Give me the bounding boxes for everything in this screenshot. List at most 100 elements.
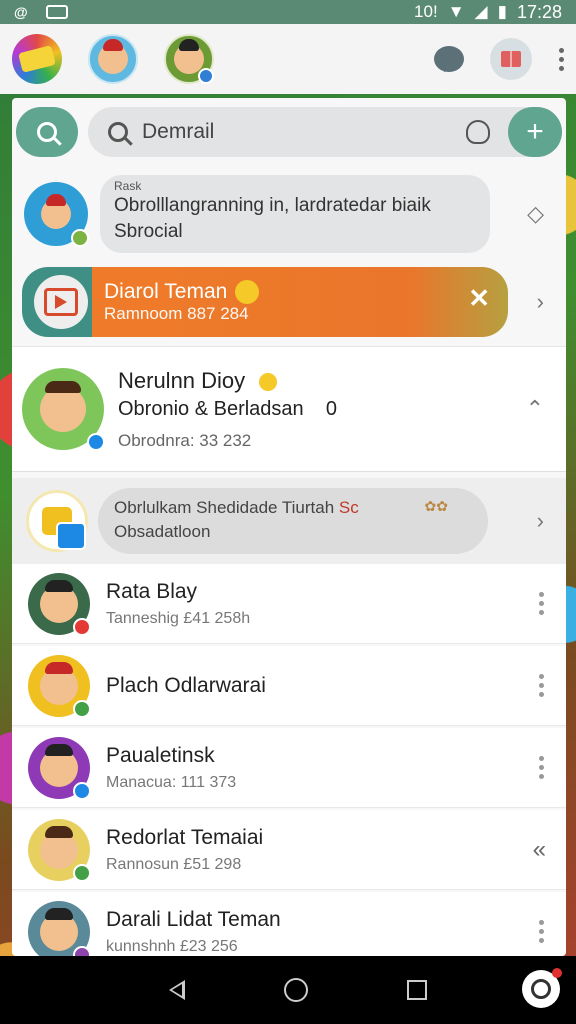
logo-mark: [18, 45, 56, 73]
friend-name: Darali Lidat Teman: [106, 907, 281, 931]
search-button[interactable]: [16, 107, 78, 157]
avatar-face: [41, 194, 71, 229]
add-contact-button[interactable]: +: [508, 107, 562, 157]
avatar-face: [40, 579, 78, 623]
friend-row[interactable]: Redorlat Temaiai Rannosun £51 298 «: [12, 810, 566, 890]
battery-icon: ▮: [497, 2, 507, 21]
smile-emoji-icon: [235, 280, 260, 305]
friend-subtitle: Rannosun £51 298: [106, 855, 242, 873]
friend-subtitle: Tanneshig £41 258h: [106, 609, 251, 627]
cell-signal-icon: ◢: [474, 2, 488, 21]
facebook-badge-icon: [198, 68, 214, 84]
status-badge-icon: [73, 863, 91, 882]
search-bar[interactable]: +: [88, 107, 562, 157]
home-icon[interactable]: [283, 978, 308, 1002]
friend-row[interactable]: Rata Blay Tanneshig £41 258h: [12, 564, 566, 644]
avatar: [28, 900, 91, 956]
status-badge-icon: [87, 433, 105, 451]
diamond-icon[interactable]: ◇: [527, 201, 544, 227]
chat-bubble-icon[interactable]: [434, 46, 464, 72]
search-input[interactable]: [142, 120, 442, 144]
chat-row-request[interactable]: Rask Obrolllangranning in, lardratedar b…: [12, 174, 566, 254]
friend-name: Plach Odlarwarai: [106, 673, 266, 697]
chat-row-highlight[interactable]: Diarol Teman Ramnoom 887 284 ✕ ›: [12, 266, 566, 338]
status-badge-icon: [73, 699, 91, 718]
avatar: [24, 182, 89, 247]
avatar: [28, 654, 91, 718]
contact-subtitle: Obronio & Berladsan 0: [118, 397, 338, 420]
avatar: [28, 818, 91, 882]
double-chevron-left-icon[interactable]: «: [533, 836, 546, 864]
contact-icon[interactable]: [466, 120, 490, 144]
contact-name: Nerulnn Dioy: [118, 368, 337, 394]
friend-subtitle: Manacua: 111 373: [106, 773, 237, 791]
highlight-card[interactable]: Diarol Teman Ramnoom 887 284 ✕: [22, 267, 508, 337]
app-logo[interactable]: [12, 34, 62, 84]
chat-row-group[interactable]: Obrlulkam Shedidade Tiurtah Sc Obsadatlo…: [12, 478, 566, 564]
star-emoji-icon: [259, 372, 278, 391]
story-avatar-2[interactable]: [164, 34, 214, 84]
bubble-line-2: Obsadatloon: [114, 522, 211, 541]
chevron-right-icon[interactable]: ›: [537, 289, 544, 315]
chat-row-featured[interactable]: Nerulnn Dioy Obronio & Berladsan 0 Obrod…: [12, 346, 566, 472]
bubble-tag: Rask: [114, 179, 142, 193]
chat-panel: + Rask Obrolllangranning in, lardratedar…: [12, 98, 566, 956]
app-bar: [0, 24, 576, 94]
message-icon: [45, 5, 68, 19]
group-message-bubble[interactable]: Obrlulkam Shedidade Tiurtah Sc Obsadatlo…: [98, 488, 488, 554]
more-options-icon[interactable]: [538, 756, 544, 779]
book-icon[interactable]: [490, 38, 532, 80]
group-avatar: [26, 490, 88, 552]
friend-row[interactable]: Plach Odlarwarai: [12, 646, 566, 726]
avatar-face: [40, 743, 78, 787]
highlight-title: Diarol Teman: [104, 280, 260, 305]
friend-name: Redorlat Temaiai: [106, 825, 264, 849]
avatar-face: [40, 381, 86, 432]
avatar: [28, 736, 91, 800]
status-badge-icon: [71, 229, 89, 247]
bubble-message: Obrolllangranning in, lardratedar biaik …: [114, 195, 431, 242]
avatar-face: [40, 825, 78, 869]
avatar-face: [40, 661, 78, 705]
close-icon[interactable]: ✕: [468, 283, 490, 314]
clock: 17:28: [516, 1, 562, 22]
chevron-right-icon[interactable]: ›: [537, 508, 544, 534]
highlight-subtitle: Ramnoom 887 284: [104, 304, 249, 324]
status-badge-icon: [56, 522, 86, 550]
message-bubble[interactable]: Rask Obrolllangranning in, lardratedar b…: [100, 175, 490, 253]
avatar-face: [98, 39, 128, 74]
avatar: [28, 572, 91, 636]
bubble-line-1: Obrlulkam Shedidade Tiurtah Sc: [114, 498, 359, 517]
status-badge-icon: [73, 945, 91, 956]
assistant-icon[interactable]: [522, 968, 562, 1008]
search-row: +: [16, 106, 562, 158]
chevron-up-icon[interactable]: ⌃: [526, 396, 544, 422]
more-options-icon[interactable]: [538, 920, 544, 943]
video-play-icon: [34, 275, 88, 329]
friend-name: Paualetinsk: [106, 743, 215, 767]
search-icon: [37, 122, 57, 142]
search-icon: [108, 122, 128, 142]
emoji-reaction-icon: ✿✿: [424, 498, 448, 514]
contact-meta: Obrodnra: 33 232: [118, 430, 252, 450]
recent-apps-icon[interactable]: [406, 980, 427, 1000]
notification-icon: @: [14, 4, 28, 20]
friend-subtitle: kunnshnh £23 256: [106, 937, 238, 955]
friend-row[interactable]: Darali Lidat Teman kunnshnh £23 256: [12, 892, 566, 956]
unread-count: 0: [325, 397, 338, 420]
wifi-icon: ▼: [447, 2, 465, 21]
signal-strength: 10!: [414, 2, 438, 21]
status-badge-icon: [73, 781, 91, 800]
more-options-icon[interactable]: [558, 47, 564, 71]
status-badge-icon: [73, 617, 91, 636]
status-bar: @ 10! ▼ ◢ ▮ 17:28: [0, 0, 576, 24]
avatar-face: [40, 907, 78, 951]
more-options-icon[interactable]: [538, 592, 544, 615]
friend-row[interactable]: Paualetinsk Manacua: 111 373: [12, 728, 566, 808]
friend-name: Rata Blay: [106, 579, 198, 603]
more-options-icon[interactable]: [538, 674, 544, 697]
system-nav-bar: [0, 956, 576, 1024]
back-icon[interactable]: [169, 980, 186, 1000]
avatar: [22, 368, 105, 451]
story-avatar-1[interactable]: [88, 34, 138, 84]
